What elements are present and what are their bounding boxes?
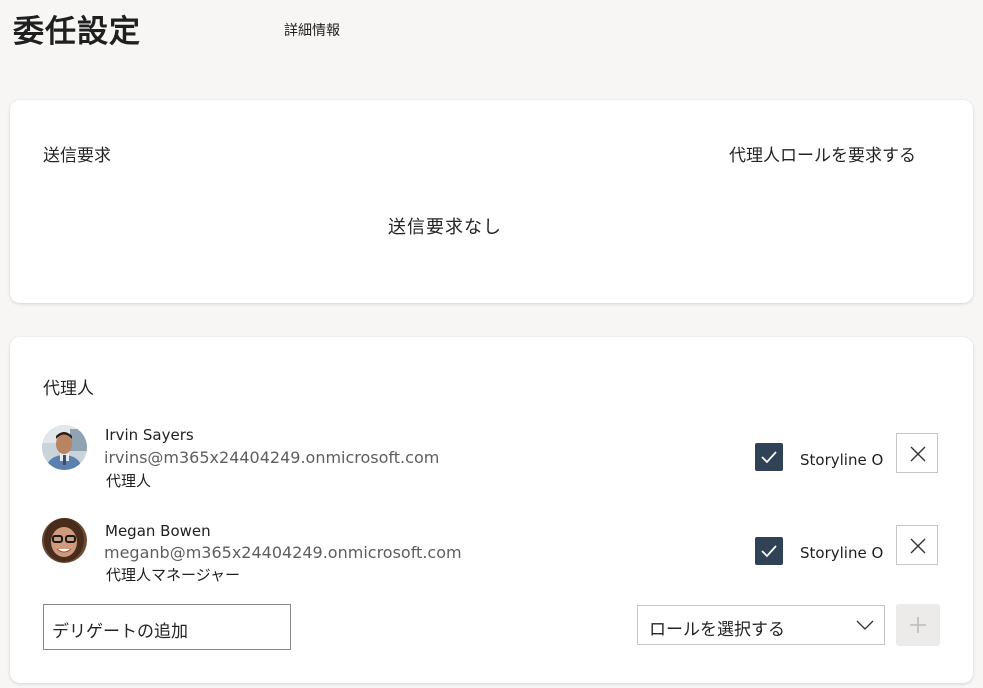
sent-requests-card: 送信要求 代理人ロールを要求する 送信要求なし xyxy=(10,100,973,303)
avatar xyxy=(42,518,87,563)
delegates-label: 代理人 xyxy=(43,379,94,399)
chevron-down-icon xyxy=(856,620,874,630)
delegate-name: Megan Bowen xyxy=(105,522,211,540)
role-select-dropdown[interactable]: ロールを選択する xyxy=(637,605,885,645)
add-delegate-button[interactable] xyxy=(896,604,940,646)
delegate-row: Megan Bowen meganb@m365x24404249.onmicro… xyxy=(10,518,973,588)
checkmark-icon xyxy=(761,545,777,558)
close-icon xyxy=(910,538,926,554)
storyline-label: Storyline O xyxy=(800,544,884,562)
avatar-photo-megan xyxy=(42,518,87,563)
avatar-photo-irvin xyxy=(42,425,87,470)
page-title: 委任設定 xyxy=(13,14,141,50)
plus-icon xyxy=(910,617,926,633)
no-requests-message: 送信要求なし xyxy=(388,217,502,238)
delegate-name: Irvin Sayers xyxy=(105,426,194,444)
remove-delegate-button[interactable] xyxy=(896,433,938,473)
sent-requests-label: 送信要求 xyxy=(43,146,111,166)
delegate-role: 代理人 xyxy=(106,472,152,490)
storyline-label: Storyline O xyxy=(800,451,884,469)
role-select-label: ロールを選択する xyxy=(649,620,785,640)
delegate-role: 代理人マネージャー xyxy=(106,566,240,584)
checkmark-icon xyxy=(761,451,777,464)
delegate-email: meganb@m365x24404249.onmicrosoft.com xyxy=(104,543,462,562)
storyline-checkbox[interactable] xyxy=(755,443,783,471)
avatar xyxy=(42,425,87,470)
storyline-checkbox[interactable] xyxy=(755,537,783,565)
add-delegate-input[interactable]: デリゲートの追加 xyxy=(43,604,291,650)
close-icon xyxy=(910,446,926,462)
delegate-email: irvins@m365x24404249.onmicrosoft.com xyxy=(104,448,440,467)
delegate-row: Irvin Sayers irvins@m365x24404249.onmicr… xyxy=(10,425,973,495)
remove-delegate-button[interactable] xyxy=(896,525,938,565)
details-link[interactable]: 詳細情報 xyxy=(284,20,340,40)
request-delegate-role-link[interactable]: 代理人ロールを要求する xyxy=(729,141,916,166)
delegates-card: 代理人 Irvin Sayers irvins@m365x24404249.on… xyxy=(10,337,973,683)
